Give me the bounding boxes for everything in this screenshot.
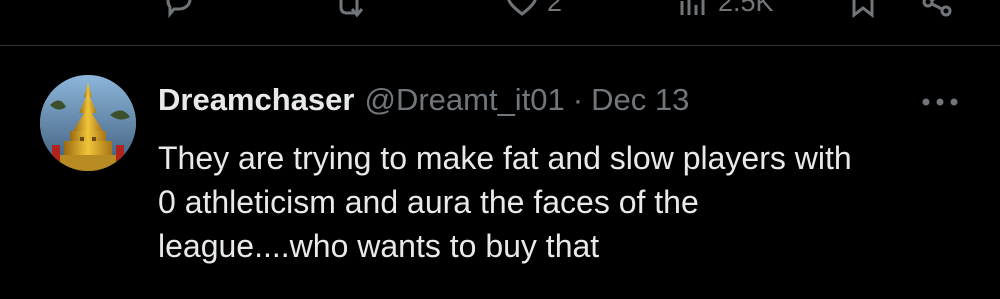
views-button[interactable]: 2.5K [676,0,774,22]
bookmark-icon [852,0,874,19]
golden-pagoda-avatar-image [40,75,136,171]
tweet-divider [0,45,1000,46]
reply-icon [166,0,192,19]
previous-tweet-action-bar: 2 2.5K [0,0,1000,22]
like-button[interactable]: 2 [505,0,562,22]
views-icon [680,0,705,15]
user-handle[interactable]: @Dreamt_it01 [364,82,564,118]
avatar[interactable] [40,75,136,171]
reply-button[interactable] [162,0,196,22]
share-button[interactable] [920,0,954,22]
tweet-text-line: 0 athleticism and aura the faces of the [158,184,699,220]
header-separator: · [572,82,584,117]
repost-button[interactable] [332,0,366,22]
tweet-date[interactable]: Dec 13 [591,82,689,118]
tweet-header: Dreamchaser @Dreamt_it01 · Dec 13 [158,82,689,122]
more-dots-icon [922,98,958,106]
views-count: 2.5K [718,0,774,17]
bookmark-button[interactable] [846,0,880,22]
tweet-text: They are trying to make fat and slow pla… [158,136,978,268]
like-icon [507,0,537,16]
repost-icon [339,0,364,18]
more-options-button[interactable] [918,88,962,116]
tweet-text-line: league....who wants to buy that [158,228,600,264]
like-count: 2 [547,0,563,17]
tweet-text-line: They are trying to make fat and slow pla… [158,140,852,176]
display-name[interactable]: Dreamchaser [158,82,354,118]
share-icon [922,0,952,17]
